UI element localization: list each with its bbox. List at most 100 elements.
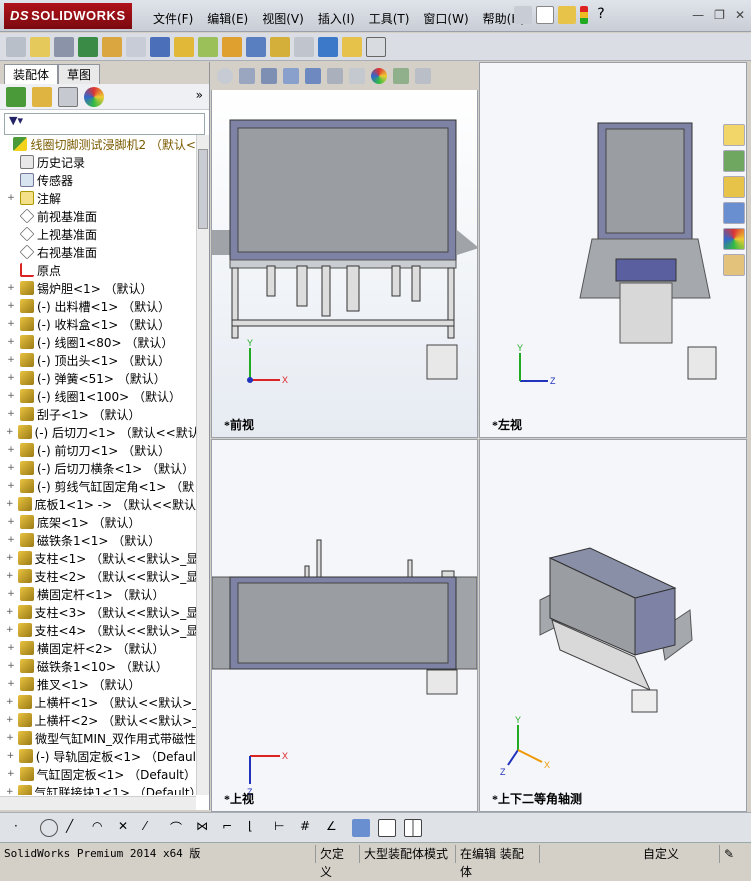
view-cube-icon[interactable]	[352, 818, 370, 837]
tree-item[interactable]: + 横固定杆<1> （默认）	[0, 585, 196, 603]
expand-toggle-icon[interactable]: +	[6, 589, 16, 599]
configuration-manager-icon[interactable]	[58, 86, 78, 107]
tree-item[interactable]: 传感器	[0, 171, 196, 189]
explode-line-icon[interactable]	[294, 36, 314, 57]
tree-item[interactable]: + (-) 导轨固定板<1> （Defaul	[0, 747, 196, 765]
custom-properties-icon[interactable]	[723, 254, 745, 276]
tree-item[interactable]: + 底板1<1> -> （默认<<默认>_	[0, 495, 196, 513]
angle-icon[interactable]: ∠	[326, 819, 344, 837]
expand-toggle-icon[interactable]: +	[6, 373, 16, 383]
view-settings-icon[interactable]	[415, 68, 431, 84]
trim-icon[interactable]: ✕	[118, 819, 136, 837]
tree-item[interactable]: + 注解	[0, 189, 196, 207]
expand-toggle-icon[interactable]: +	[6, 463, 16, 473]
expand-toggle-icon[interactable]: +	[6, 715, 14, 725]
tree-item[interactable]: + 锡炉胆<1> （默认）	[0, 279, 196, 297]
reference-geometry-icon[interactable]	[198, 36, 218, 57]
fillet-icon[interactable]: ⌐	[222, 819, 240, 837]
tree-item[interactable]: + 上横杆<1> （默认<<默认>_显	[0, 693, 196, 711]
tree-item[interactable]: + (-) 线圈1<100> （默认）	[0, 387, 196, 405]
line-icon[interactable]: ╱	[66, 819, 84, 837]
expand-toggle-icon[interactable]: +	[6, 427, 14, 437]
expand-toggle-icon[interactable]: +	[6, 481, 16, 491]
section-view-icon[interactable]	[283, 68, 299, 84]
expand-toggle-icon[interactable]: +	[6, 661, 16, 671]
solidworks-logo[interactable]: DS SOLIDWORKS	[4, 3, 132, 29]
normal-to-icon[interactable]	[378, 818, 396, 837]
exploded-view-icon[interactable]	[270, 36, 290, 57]
chamfer-icon[interactable]: ⌊	[248, 819, 266, 837]
status-tooltip-icon[interactable]: ✎	[720, 845, 740, 863]
menu-tools[interactable]: 工具(T)	[362, 8, 417, 29]
expand-toggle-icon[interactable]: +	[6, 553, 14, 563]
expand-toggle-icon[interactable]: +	[6, 445, 16, 455]
viewport-left[interactable]: Z Y *左视	[479, 62, 747, 438]
expand-toggle-icon[interactable]: +	[6, 337, 16, 347]
tree-scrollbar[interactable]	[196, 135, 209, 795]
tree-item[interactable]: + (-) 线圈1<80> （默认）	[0, 333, 196, 351]
tree-item[interactable]: + (-) 剪线气缸固定角<1> （默	[0, 477, 196, 495]
circle-icon[interactable]	[40, 818, 58, 837]
status-units[interactable]: 自定义	[540, 844, 720, 863]
expand-toggle-icon[interactable]: +	[6, 319, 16, 329]
file-explorer-icon[interactable]	[723, 176, 745, 198]
tree-item[interactable]: + (-) 后切刀<1> （默认<<默认	[0, 423, 196, 441]
expand-toggle-icon[interactable]: +	[6, 769, 16, 779]
tree-item[interactable]: + 磁铁条1<1> （默认）	[0, 531, 196, 549]
grid-icon[interactable]: #	[300, 819, 318, 837]
pin-icon[interactable]	[514, 6, 532, 24]
speedpak-icon[interactable]	[342, 36, 362, 57]
offset-icon[interactable]: ⌒	[170, 819, 188, 837]
view-orientation-icon[interactable]	[305, 68, 321, 84]
tree-item[interactable]: + (-) 出料槽<1> （默认）	[0, 297, 196, 315]
tree-item[interactable]: + 上横杆<2> （默认<<默认>_显	[0, 711, 196, 729]
arc-icon[interactable]: ◠	[92, 819, 110, 837]
smart-dimension-icon[interactable]: ⊢	[274, 819, 292, 837]
menu-file[interactable]: 文件(F)	[146, 8, 200, 29]
tree-hscrollbar[interactable]	[0, 796, 196, 810]
move-component-icon[interactable]	[126, 36, 146, 57]
tree-item[interactable]: + 支柱<3> （默认<<默认>_显示	[0, 603, 196, 621]
expand-toggle-icon[interactable]: +	[6, 391, 16, 401]
tree-item[interactable]: + (-) 收料盒<1> （默认）	[0, 315, 196, 333]
tree-item[interactable]: + 磁铁条1<10> （默认）	[0, 657, 196, 675]
expand-toggle-icon[interactable]: +	[6, 679, 16, 689]
feature-manager-icon[interactable]	[6, 86, 26, 107]
tab-sketch[interactable]: 草图	[58, 64, 101, 84]
expand-toggle-icon[interactable]: +	[6, 733, 14, 743]
hide-show-items-icon[interactable]	[349, 68, 365, 84]
tree-item[interactable]: 历史记录	[0, 153, 196, 171]
display-manager-icon[interactable]	[84, 86, 104, 107]
tree-item[interactable]: 上视基准面	[0, 225, 196, 243]
tree-item[interactable]: + 支柱<4> （默认<<默认>_显示	[0, 621, 196, 639]
extend-icon[interactable]: ⁄	[144, 819, 162, 837]
tree-item[interactable]: + (-) 前切刀<1> （默认）	[0, 441, 196, 459]
traffic-light-icon[interactable]	[580, 6, 588, 24]
tree-item[interactable]: + 支柱<1> （默认<<默认>_显示	[0, 549, 196, 567]
tree-item[interactable]: + 底架<1> （默认）	[0, 513, 196, 531]
expand-toggle-icon[interactable]: +	[6, 499, 14, 509]
bill-of-materials-icon[interactable]	[246, 36, 266, 57]
open-folder-icon[interactable]	[558, 6, 576, 24]
menu-edit[interactable]: 编辑(E)	[200, 8, 255, 29]
tree-item[interactable]: + 气缸固定板<1> （Default）	[0, 765, 196, 783]
tree-item[interactable]: + 推叉<1> （默认）	[0, 675, 196, 693]
expand-toggle-icon[interactable]: +	[6, 355, 16, 365]
expand-toggle-icon[interactable]: +	[6, 409, 16, 419]
expand-toggle-icon[interactable]: +	[6, 571, 14, 581]
apply-scene-icon[interactable]	[393, 68, 409, 84]
instant3d-icon[interactable]	[318, 36, 338, 57]
snapshot-icon[interactable]	[366, 36, 386, 57]
expand-toggle-icon[interactable]: +	[6, 193, 16, 203]
restore-icon[interactable]: ❐	[714, 8, 725, 22]
help-icon[interactable]: ?	[592, 6, 610, 24]
viewport-top[interactable]: X Z *上视	[211, 439, 478, 812]
point-icon[interactable]: ·	[14, 819, 32, 837]
tree-item[interactable]: 前视基准面	[0, 207, 196, 225]
design-library-icon[interactable]	[723, 150, 745, 172]
menu-view[interactable]: 视图(V)	[255, 8, 311, 29]
new-document-icon[interactable]	[536, 6, 554, 24]
tab-assembly[interactable]: 装配体	[4, 64, 59, 84]
edit-appearance-icon[interactable]	[371, 68, 387, 84]
tree-item[interactable]: + (-) 后切刀横条<1> （默认）	[0, 459, 196, 477]
